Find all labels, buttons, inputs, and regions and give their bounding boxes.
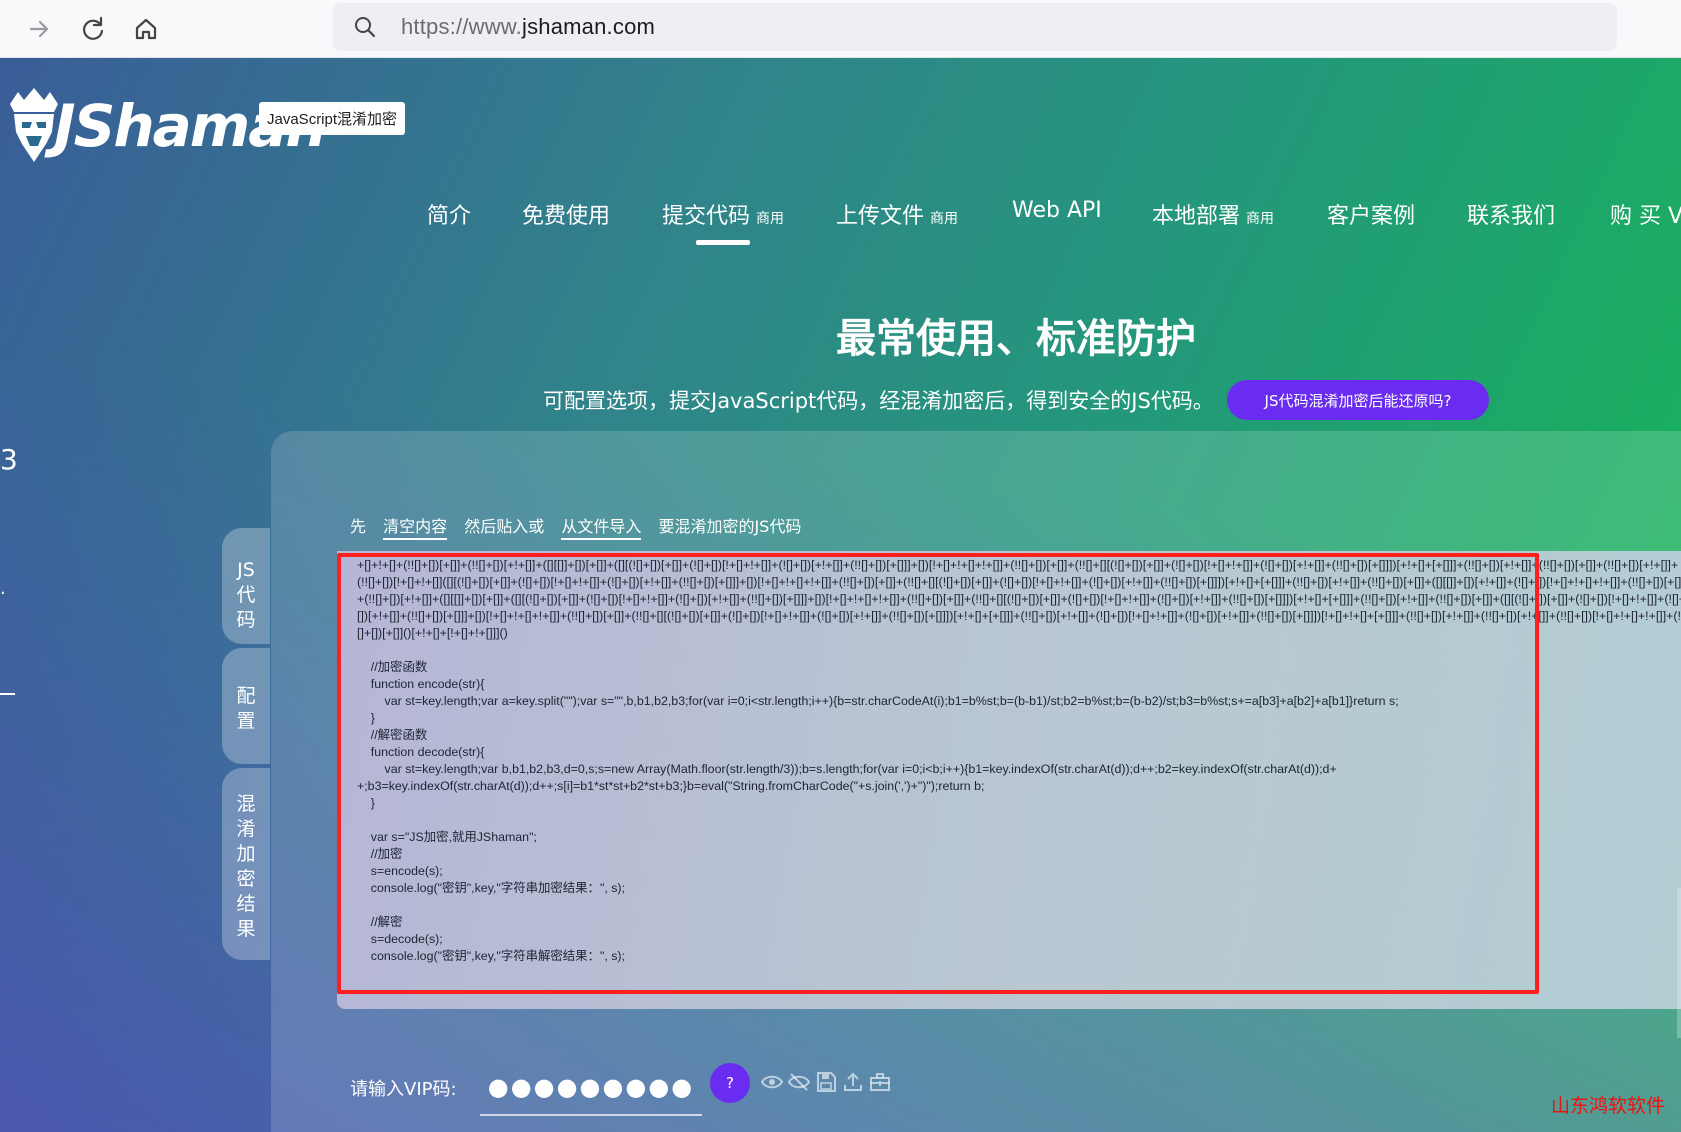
vip-label: 请输入VIP码: [350, 1079, 457, 1100]
help-button[interactable]: ? [710, 1063, 750, 1103]
browser-toolbar: https://www.jshaman.com [0, 0, 1681, 58]
home-icon[interactable] [129, 12, 163, 46]
watermark-text: 山东鸿软软件 [1551, 1095, 1666, 1117]
upload-icon[interactable] [841, 1070, 865, 1094]
main-nav: 简介 免费使用 提交代码 商用 上传文件 商用 Web API 本地部署 商用 客户案… [0, 198, 1681, 248]
instruction-suffix: 要混淆加密的JS代码 [658, 517, 802, 536]
reload-icon[interactable] [76, 12, 110, 46]
nav-local-deploy[interactable]: 本地部署 商用 [1152, 198, 1274, 230]
nav-contact[interactable]: 联系我们 [1467, 198, 1555, 230]
save-icon[interactable] [814, 1070, 838, 1094]
clipped-edge-dot: . [0, 578, 6, 599]
nav-free-use[interactable]: 免费使用 [522, 198, 610, 230]
hero-subtitle: 可配置选项，提交JavaScript代码，经混淆加密后，得到安全的JS代码。 [543, 389, 1214, 413]
nav-submit-code[interactable]: 提交代码 商用 [662, 198, 784, 230]
instruction-middle: 然后贴入或 [464, 517, 545, 536]
clear-content-link[interactable]: 清空内容 [383, 517, 448, 540]
toolbox-icon[interactable] [868, 1070, 892, 1094]
instruction-prefix: 先 [350, 517, 367, 536]
tab-config[interactable]: 配置 [222, 648, 270, 764]
nav-intro[interactable]: 简介 [427, 198, 471, 230]
import-file-link[interactable]: 从文件导入 [561, 517, 642, 540]
eye-icon[interactable] [760, 1070, 784, 1094]
page-content: JShaman JavaScript混淆加密 简介 免费使用 提交代码 商用 上传… [0, 58, 1681, 1132]
tab-js-code[interactable]: JS 代码 [222, 528, 270, 644]
nav-active-indicator [696, 240, 750, 245]
nav-cases[interactable]: 客户案例 [1327, 198, 1415, 230]
site-logo[interactable]: JShaman [6, 86, 327, 166]
code-content: +[]+!+[]+(!![]+[])[+[]]+(!![]+[])[+!+[]]… [357, 558, 1681, 963]
restore-question-button[interactable]: JS代码混淆加密后能还原吗? [1227, 380, 1489, 420]
tab-result[interactable]: 混淆加密结果 [222, 768, 270, 960]
back-arrow-icon[interactable] [22, 12, 56, 46]
clipped-edge-line [0, 693, 15, 695]
address-bar[interactable]: https://www.jshaman.com [333, 3, 1617, 51]
vip-code-input[interactable] [480, 1060, 702, 1116]
clipped-edge-text: 3 [0, 443, 18, 476]
search-icon [353, 15, 377, 39]
tagline-badge: JavaScript混淆加密 [259, 102, 406, 135]
eye-off-icon[interactable] [787, 1070, 811, 1094]
nav-web-api[interactable]: Web API [1012, 198, 1102, 223]
nav-buy[interactable]: 购 买 V [1610, 198, 1681, 230]
page-scrollbar[interactable] [1677, 888, 1681, 1038]
instruction-line: 先 清空内容 然后贴入或 从文件导入 要混淆加密的JS代码 [350, 513, 802, 540]
code-textarea[interactable]: +[]+!+[]+(!![]+[])[+[]]+(!![]+[])[+!+[]]… [337, 551, 1681, 1009]
url-text: https://www.jshaman.com [401, 14, 656, 39]
nav-upload-file[interactable]: 上传文件 商用 [836, 198, 958, 230]
hero-title: 最常使用、标准防护 [836, 316, 1196, 362]
